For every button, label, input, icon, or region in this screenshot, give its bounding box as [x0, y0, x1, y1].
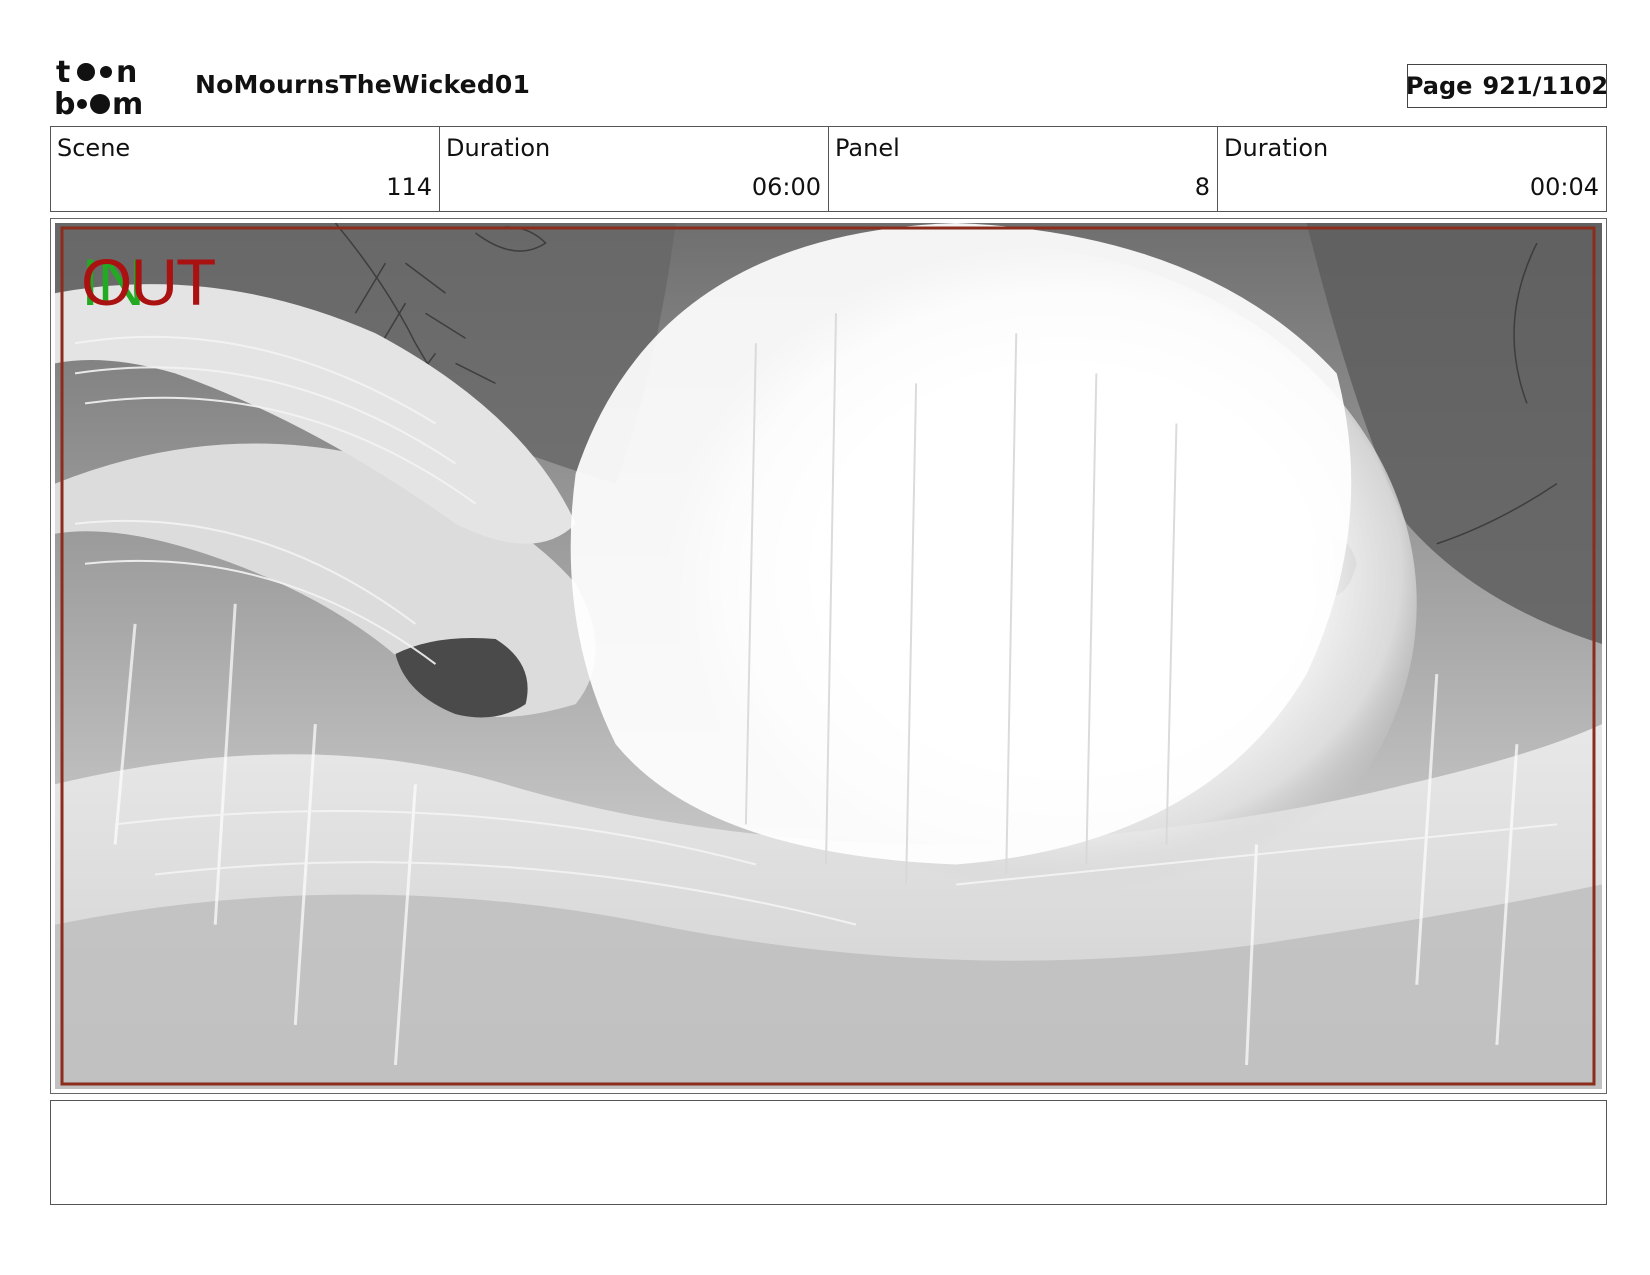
scene-duration-value: 06:00	[751, 173, 821, 201]
in-out-marker: IN OUT	[81, 249, 251, 319]
svg-text:b: b	[54, 87, 75, 118]
storyboard-panel: IN OUT	[50, 218, 1607, 1094]
page-label: Page	[1405, 72, 1473, 100]
scene-duration-label: Duration	[446, 134, 551, 162]
scene-label: Scene	[57, 134, 131, 162]
panel-label: Panel	[835, 134, 900, 162]
panel-info-table: Scene 114 Duration 06:00 Panel 8 Duratio…	[50, 126, 1607, 212]
out-marker: OUT	[81, 245, 216, 319]
scene-duration-cell: Duration 06:00	[440, 127, 829, 211]
panel-notes[interactable]	[50, 1100, 1607, 1205]
panel-drawing	[55, 223, 1602, 1089]
panel-duration-label: Duration	[1224, 134, 1329, 162]
page-indicator: Page 921/1102	[1405, 64, 1609, 108]
scene-value: 114	[386, 173, 432, 201]
panel-duration-cell: Duration 00:04	[1218, 127, 1606, 211]
svg-text:t: t	[56, 55, 70, 90]
panel-cell: Panel 8	[829, 127, 1218, 211]
svg-text:m: m	[112, 87, 143, 118]
svg-text:n: n	[116, 55, 137, 90]
panel-value: 8	[1194, 173, 1210, 201]
scene-cell: Scene 114	[51, 127, 440, 211]
panel-duration-value: 00:04	[1529, 173, 1599, 201]
project-title: NoMournsTheWicked01	[195, 70, 531, 99]
page-number: 921/1102	[1482, 72, 1609, 100]
toon-boom-logo: t n b m	[54, 55, 143, 118]
